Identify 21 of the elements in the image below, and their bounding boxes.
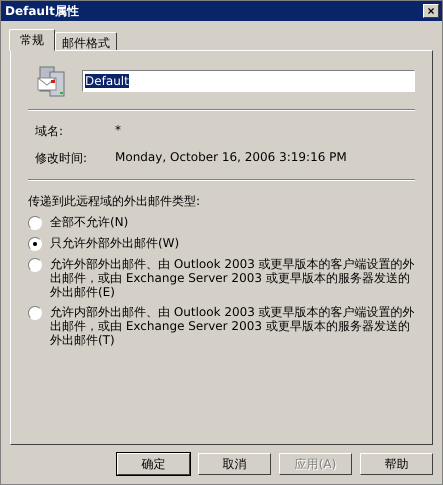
dialog-button[interactable]: 帮助 <box>360 453 433 475</box>
window-title: Default属性 <box>5 2 79 20</box>
field-value: Monday, October 16, 2006 3:19:16 PM <box>115 150 348 166</box>
radio-button[interactable] <box>28 216 42 230</box>
dialog-button[interactable]: 确定 <box>117 453 190 475</box>
dialog-button[interactable]: 取消 <box>198 453 271 475</box>
option-label[interactable]: 允许外部外出邮件、由 Outlook 2003 或更早版本的客户端设置的外出邮件，或由 Exchange Server 2003 或更早版本的服务器发送的外出邮件(E) <box>50 257 415 299</box>
field-label: 修改时间: <box>35 150 88 167</box>
option-label[interactable]: 允许内部外出邮件、由 Outlook 2003 或更早版本的客户端设置的外出邮件，或由 Exchange Server 2003 或更早版本的服务器发送的外出邮件(T) <box>50 305 415 347</box>
radio-button[interactable] <box>28 258 42 272</box>
section-heading: 传递到此远程域的外出邮件类型: <box>28 193 202 210</box>
field-value: * <box>115 123 122 139</box>
radio-button[interactable] <box>28 306 42 320</box>
option-label[interactable]: 只允许外部外出邮件(W) <box>50 236 180 250</box>
tab[interactable]: 常规 <box>9 29 55 51</box>
field-label: 域名: <box>35 123 64 140</box>
tab[interactable]: 邮件格式 <box>55 32 117 51</box>
name-field[interactable]: Default <box>82 70 415 92</box>
close-button[interactable]: × <box>423 4 439 18</box>
radio-button[interactable] <box>28 237 42 251</box>
option-label[interactable]: 全部不允许(N) <box>50 215 128 229</box>
